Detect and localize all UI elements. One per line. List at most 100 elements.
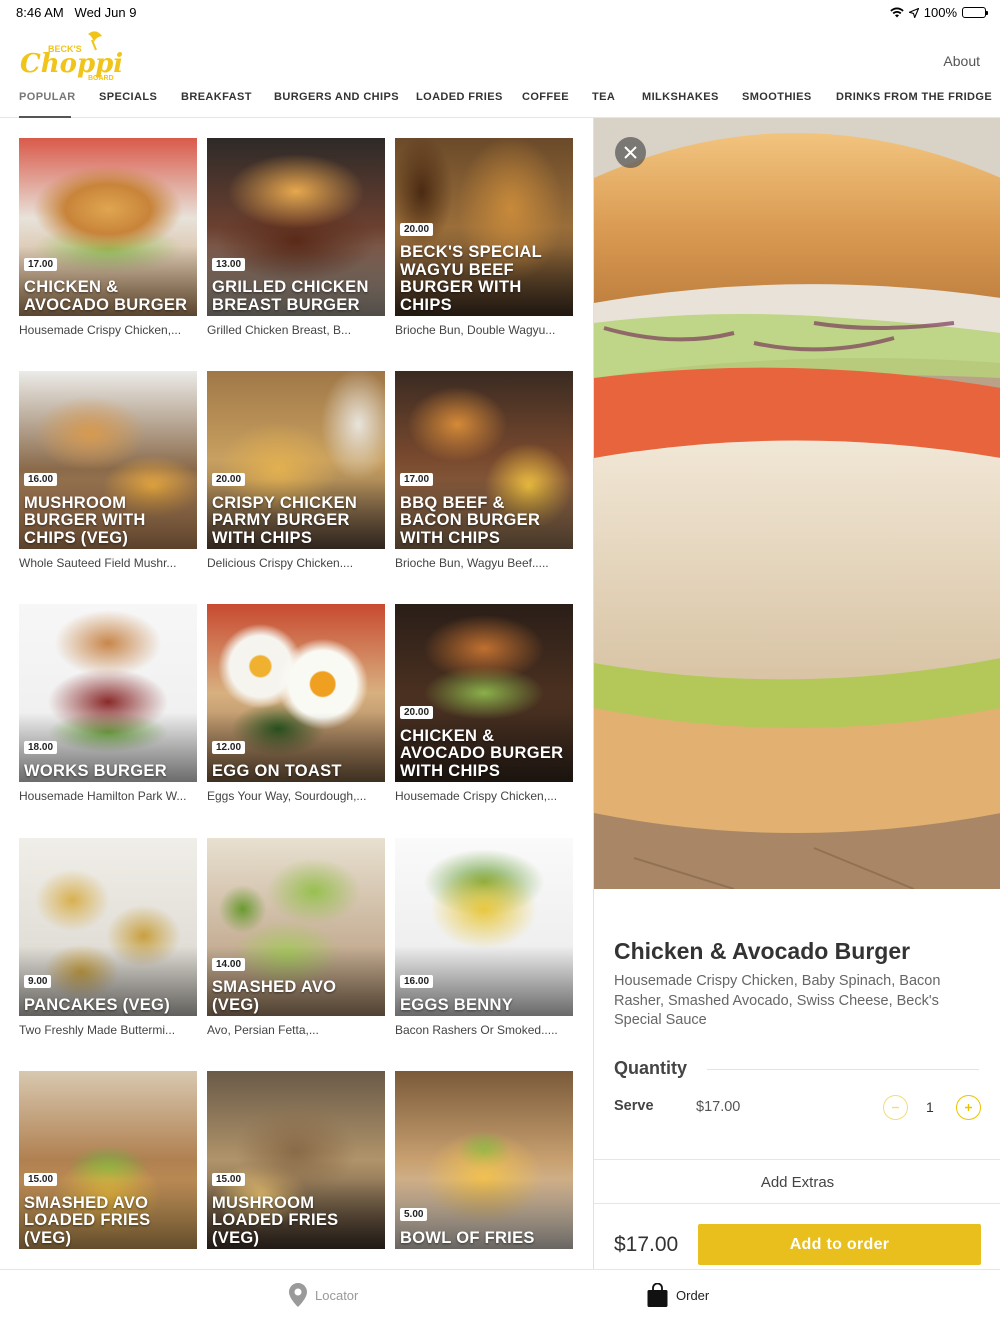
menu-card[interactable]: 9.00 PANCAKES (VEG) Two Freshly Made But… <box>19 838 197 1037</box>
tab-drinks-from-the-fridge[interactable]: DRINKS FROM THE FRIDGE <box>836 91 992 103</box>
food-photo: 20.00 BECK'S SPECIAL WAGYU BEEF BURGER W… <box>395 138 573 316</box>
minus-icon <box>892 1106 899 1109</box>
status-bar: 8:46 AM Wed Jun 9 100% <box>0 0 1000 24</box>
decrease-quantity-button[interactable] <box>883 1095 908 1120</box>
item-name: WORKS BURGER <box>24 761 167 780</box>
item-name: CHICKEN & AVOCADO BURGER <box>24 278 188 314</box>
item-name: MUSHROOM LOADED FRIES (VEG) <box>212 1193 339 1247</box>
item-description: Two Freshly Made Buttermi... <box>19 1023 176 1037</box>
item-description: Whole Sauteed Field Mushr... <box>19 556 177 570</box>
add-to-order-button[interactable]: Add to order <box>698 1224 981 1265</box>
food-photo: 17.00 BBQ BEEF & BACON BURGER WITH CHIPS <box>395 371 573 549</box>
item-description: Avo, Persian Fetta,... <box>207 1023 319 1037</box>
item-description: Housemade Hamilton Park W... <box>19 789 187 803</box>
tab-order-label: Order <box>676 1287 710 1303</box>
bottom-tab-bar: Locator Order <box>0 1269 1000 1334</box>
item-hero-photo <box>594 118 1000 889</box>
brand-logo[interactable]: BECK'S Chopping BOARD <box>18 28 160 84</box>
food-photo: 14.00 SMASHED AVO (VEG) <box>207 838 385 1016</box>
menu-card[interactable]: 18.00 WORKS BURGER Housemade Hamilton Pa… <box>19 604 197 803</box>
menu-card[interactable]: 14.00 SMASHED AVO (VEG) Avo, Persian Fet… <box>207 838 385 1037</box>
price-tag: 14.00 <box>212 958 246 971</box>
item-name: CHICKEN & AVOCADO BURGER WITH CHIPS <box>400 726 564 780</box>
item-name: GRILLED CHICKEN BREAST BURGER <box>212 278 369 314</box>
food-photo: 15.00 SMASHED AVO LOADED FRIES (VEG) <box>19 1071 197 1249</box>
price-tag: 15.00 <box>212 1173 246 1186</box>
price-tag: 20.00 <box>400 706 434 719</box>
item-name: BOWL OF FRIES <box>400 1228 535 1247</box>
increase-quantity-button[interactable] <box>956 1095 981 1120</box>
tab-smoothies[interactable]: SMOOTHIES <box>742 91 812 103</box>
menu-card[interactable]: 16.00 MUSHROOM BURGER WITH CHIPS (VEG) W… <box>19 371 197 570</box>
tab-locator[interactable]: Locator <box>289 1283 358 1307</box>
item-description: Grilled Chicken Breast, B... <box>207 323 352 337</box>
divider <box>594 1159 1000 1160</box>
tab-locator-label: Locator <box>315 1287 359 1303</box>
tab-loaded-fries[interactable]: LOADED FRIES <box>416 91 503 103</box>
detail-description: Housemade Crispy Chicken, Baby Spinach, … <box>614 973 941 1028</box>
item-name: MUSHROOM BURGER WITH CHIPS (VEG) <box>24 493 146 547</box>
tab-order[interactable]: Order <box>647 1283 709 1307</box>
item-description: Bacon Rashers Or Smoked..... <box>395 1023 558 1037</box>
food-photo: 20.00 CHICKEN & AVOCADO BURGER WITH CHIP… <box>395 604 573 782</box>
item-detail-panel: Chicken & Avocado Burger Housemade Crisp… <box>593 118 1000 1269</box>
menu-card[interactable]: 20.00 BECK'S SPECIAL WAGYU BEEF BURGER W… <box>395 138 573 337</box>
add-extras-button[interactable]: Add Extras <box>594 1174 1000 1191</box>
food-photo: 18.00 WORKS BURGER <box>19 604 197 782</box>
menu-card[interactable]: 15.00 SMASHED AVO LOADED FRIES (VEG) <box>19 1071 197 1249</box>
item-description: Brioche Bun, Wagyu Beef..... <box>395 556 549 570</box>
quantity-value: 1 <box>926 1099 934 1115</box>
menu-card[interactable]: 13.00 GRILLED CHICKEN BREAST BURGER Gril… <box>207 138 385 337</box>
close-icon <box>624 146 637 159</box>
price-tag: 13.00 <box>212 258 246 271</box>
food-photo: 20.00 CRISPY CHICKEN PARMY BURGER WITH C… <box>207 371 385 549</box>
detail-title: Chicken & Avocado Burger <box>614 938 911 964</box>
food-photo: 9.00 PANCAKES (VEG) <box>19 838 197 1016</box>
tab-popular[interactable]: POPULAR <box>19 91 76 103</box>
item-name: BECK'S SPECIAL WAGYU BEEF BURGER WITH CH… <box>400 243 542 314</box>
item-name: PANCAKES (VEG) <box>24 995 170 1014</box>
price-tag: 15.00 <box>24 1173 58 1186</box>
item-description: Delicious Crispy Chicken.... <box>207 556 354 570</box>
tab-burgers-and-chips[interactable]: BURGERS AND CHIPS <box>274 91 399 103</box>
food-photo: 16.00 EGGS BENNY <box>395 838 573 1016</box>
item-name: BBQ BEEF & BACON BURGER WITH CHIPS <box>400 493 541 547</box>
price-tag: 20.00 <box>212 473 246 486</box>
item-name: CRISPY CHICKEN PARMY BURGER WITH CHIPS <box>212 493 358 547</box>
tab-milkshakes[interactable]: MILKSHAKES <box>642 91 719 103</box>
price-tag: 17.00 <box>24 258 58 271</box>
price-tag: 16.00 <box>400 975 434 988</box>
category-nav: POPULAR SPECIALS BREAKFAST BURGERS AND C… <box>0 80 1000 118</box>
item-description: Brioche Bun, Double Wagyu... <box>395 323 556 337</box>
price-tag: 18.00 <box>24 741 58 754</box>
item-name: EGG ON TOAST <box>212 761 342 780</box>
tab-breakfast[interactable]: BREAKFAST <box>181 91 252 103</box>
menu-card[interactable]: 12.00 EGG ON TOAST Eggs Your Way, Sourdo… <box>207 604 385 803</box>
item-name: SMASHED AVO (VEG) <box>212 978 337 1014</box>
close-detail-button[interactable] <box>615 137 646 168</box>
about-link[interactable]: About <box>943 53 980 69</box>
food-photo: 16.00 MUSHROOM BURGER WITH CHIPS (VEG) <box>19 371 197 549</box>
tab-coffee[interactable]: COFFEE <box>522 91 569 103</box>
tab-tea[interactable]: TEA <box>592 91 615 103</box>
order-total: $17.00 <box>614 1233 679 1256</box>
menu-card[interactable]: 17.00 CHICKEN & AVOCADO BURGER Housemade… <box>19 138 197 337</box>
food-photo: 5.00 BOWL OF FRIES <box>395 1071 573 1249</box>
serve-price: $17.00 <box>696 1099 741 1115</box>
battery-icon <box>962 7 988 18</box>
divider <box>594 1203 1000 1204</box>
menu-card[interactable]: 20.00 CRISPY CHICKEN PARMY BURGER WITH C… <box>207 371 385 570</box>
shopping-bag-icon <box>647 1283 668 1307</box>
menu-card[interactable]: 20.00 CHICKEN & AVOCADO BURGER WITH CHIP… <box>395 604 573 803</box>
food-photo: 15.00 MUSHROOM LOADED FRIES (VEG) <box>207 1071 385 1249</box>
menu-card[interactable]: 15.00 MUSHROOM LOADED FRIES (VEG) <box>207 1071 385 1249</box>
menu-card[interactable]: 17.00 BBQ BEEF & BACON BURGER WITH CHIPS… <box>395 371 573 570</box>
item-description: Housemade Crispy Chicken,... <box>19 323 182 337</box>
map-pin-icon <box>289 1283 307 1307</box>
menu-card[interactable]: 5.00 BOWL OF FRIES <box>395 1071 573 1249</box>
status-right: 100% <box>890 5 988 20</box>
price-tag: 16.00 <box>24 473 58 486</box>
status-time: 8:46 AM Wed Jun 9 <box>16 5 137 20</box>
menu-card[interactable]: 16.00 EGGS BENNY Bacon Rashers Or Smoked… <box>395 838 573 1037</box>
tab-specials[interactable]: SPECIALS <box>99 91 157 103</box>
